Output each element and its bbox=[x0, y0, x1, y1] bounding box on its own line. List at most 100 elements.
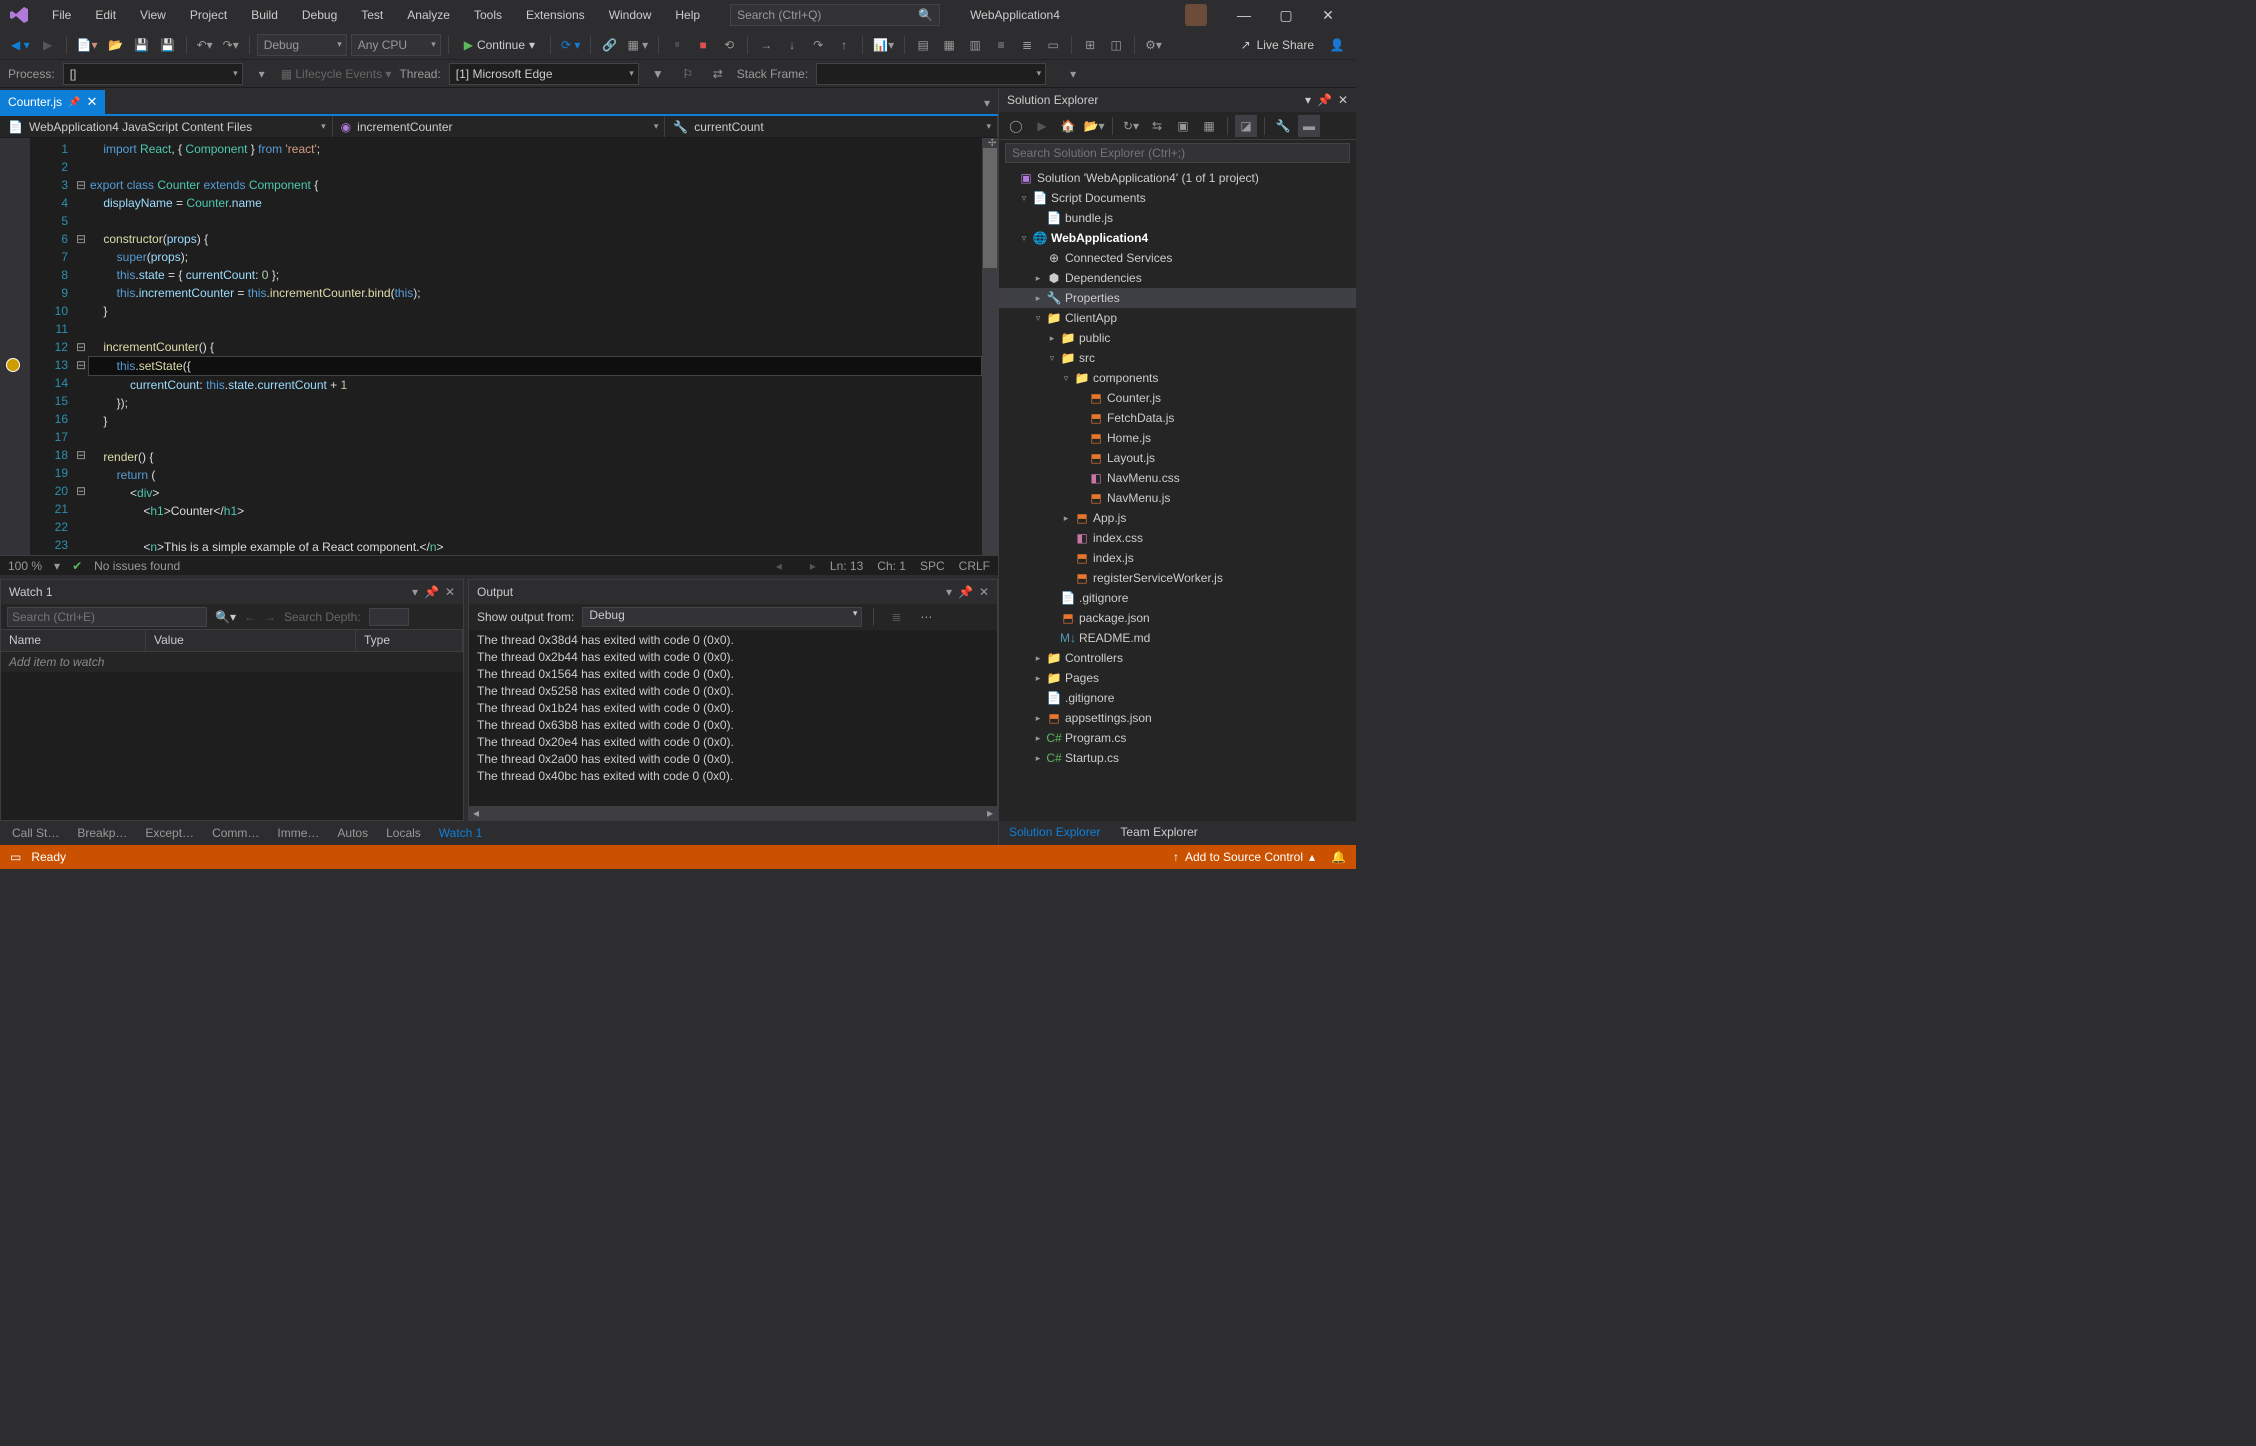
close-icon[interactable]: ✕ bbox=[1338, 93, 1348, 107]
output-overflow[interactable]: ⋯ bbox=[915, 606, 937, 628]
breakpoint-marker[interactable] bbox=[6, 358, 20, 372]
line-ending[interactable]: CRLF bbox=[959, 559, 990, 573]
new-project-button[interactable]: 📄▾ bbox=[74, 34, 101, 56]
window-btn1[interactable]: ▤ bbox=[912, 34, 934, 56]
close-icon[interactable]: ✕ bbox=[445, 585, 455, 599]
source-control-button[interactable]: Add to Source Control bbox=[1185, 850, 1303, 864]
tree-item[interactable]: ⬒registerServiceWorker.js bbox=[999, 568, 1356, 588]
platform-dropdown[interactable]: Any CPU bbox=[351, 34, 441, 56]
close-button[interactable]: ✕ bbox=[1308, 1, 1348, 29]
extra-btn3[interactable]: ⚙▾ bbox=[1142, 34, 1165, 56]
solution-header[interactable]: Solution Explorer ▾📌✕ bbox=[999, 88, 1356, 112]
chevron-up-icon[interactable]: ▴ bbox=[1309, 850, 1315, 864]
feedback-button[interactable]: 👤 bbox=[1326, 34, 1348, 56]
tree-item[interactable]: ⬒package.json bbox=[999, 608, 1356, 628]
menu-build[interactable]: Build bbox=[241, 4, 288, 26]
user-avatar[interactable] bbox=[1185, 4, 1207, 26]
restart-button[interactable]: ⟲ bbox=[718, 34, 740, 56]
thread-filter[interactable]: ▼ bbox=[647, 63, 669, 85]
tree-item[interactable]: ▿🌐WebApplication4 bbox=[999, 228, 1356, 248]
code-content[interactable]: import React, { Component } from 'react'… bbox=[90, 138, 982, 555]
output-clear[interactable]: ≣ bbox=[885, 606, 907, 628]
menu-analyze[interactable]: Analyze bbox=[397, 4, 460, 26]
lifecycle-label[interactable]: ▦ Lifecycle Events ▾ bbox=[281, 67, 392, 81]
bottom-tab-4[interactable]: Imme… bbox=[269, 823, 327, 843]
pending-button[interactable]: ↻▾ bbox=[1120, 115, 1142, 137]
redo-button[interactable]: ↷▾ bbox=[220, 34, 242, 56]
output-source-dropdown[interactable]: Debug bbox=[582, 607, 862, 627]
tree-item[interactable]: ▿📄Script Documents bbox=[999, 188, 1356, 208]
tree-item[interactable]: M↓README.md bbox=[999, 628, 1356, 648]
output-header[interactable]: Output ▾📌✕ bbox=[469, 580, 997, 604]
tree-item[interactable]: ▸📁public bbox=[999, 328, 1356, 348]
undo-button[interactable]: ↶▾ bbox=[194, 34, 216, 56]
tree-item[interactable]: ▸⬒appsettings.json bbox=[999, 708, 1356, 728]
step-into-button[interactable]: ↓ bbox=[781, 34, 803, 56]
watch-header[interactable]: Watch 1 ▾📌✕ bbox=[1, 580, 463, 604]
thread-sync[interactable]: ⇄ bbox=[707, 63, 729, 85]
tree-item[interactable]: ▸C#Startup.cs bbox=[999, 748, 1356, 768]
breakpoint-margin[interactable] bbox=[0, 138, 30, 555]
extra-btn2[interactable]: ◫ bbox=[1105, 34, 1127, 56]
open-button[interactable]: 📂 bbox=[105, 34, 127, 56]
window-btn2[interactable]: ▦ bbox=[938, 34, 960, 56]
fwd-button[interactable]: ▶ bbox=[1031, 115, 1053, 137]
pin-icon[interactable]: 📌 bbox=[958, 585, 973, 599]
window-btn6[interactable]: ▭ bbox=[1042, 34, 1064, 56]
menu-window[interactable]: Window bbox=[599, 4, 662, 26]
tree-item[interactable]: ▸C#Program.cs bbox=[999, 728, 1356, 748]
home-button[interactable]: 🏠 bbox=[1057, 115, 1079, 137]
diag-button[interactable]: 📊▾ bbox=[870, 34, 897, 56]
tree-item[interactable]: 📄.gitignore bbox=[999, 588, 1356, 608]
bottom-tab-3[interactable]: Comm… bbox=[204, 823, 267, 843]
thread-flag[interactable]: ⚐ bbox=[677, 63, 699, 85]
extra-btn1[interactable]: ⊞ bbox=[1079, 34, 1101, 56]
menu-tools[interactable]: Tools bbox=[464, 4, 512, 26]
close-icon[interactable]: ✕ bbox=[979, 585, 989, 599]
solution-search-input[interactable] bbox=[1005, 143, 1350, 163]
tree-item[interactable]: ▿📁ClientApp bbox=[999, 308, 1356, 328]
config-dropdown[interactable]: Debug bbox=[257, 34, 347, 56]
tree-item[interactable]: ⬒FetchData.js bbox=[999, 408, 1356, 428]
show-all-button[interactable]: ▦ bbox=[1198, 115, 1220, 137]
live-share-button[interactable]: ↗ Live Share bbox=[1233, 38, 1322, 52]
tree-item[interactable]: ⬒Layout.js bbox=[999, 448, 1356, 468]
col-type[interactable]: Type bbox=[356, 630, 463, 651]
pin-icon[interactable]: 📌 bbox=[1317, 93, 1332, 107]
window-btn4[interactable]: ≡ bbox=[990, 34, 1012, 56]
stackframe-dropdown[interactable] bbox=[816, 63, 1046, 85]
bottom-tab-2[interactable]: Except… bbox=[137, 823, 202, 843]
browser-link-button[interactable]: 🔗 bbox=[598, 34, 620, 56]
nav-fwd-icon[interactable]: → bbox=[264, 610, 276, 624]
panel-dropdown-icon[interactable]: ▾ bbox=[946, 585, 952, 599]
menu-view[interactable]: View bbox=[130, 4, 176, 26]
vertical-scrollbar[interactable] bbox=[982, 138, 998, 555]
maximize-button[interactable]: ▢ bbox=[1266, 1, 1306, 29]
tree-item[interactable]: ▸⬒App.js bbox=[999, 508, 1356, 528]
code-editor[interactable]: 1234567891011121314151617181920212223 ⊟ … bbox=[0, 138, 998, 555]
window-btn5[interactable]: ≣ bbox=[1016, 34, 1038, 56]
output-content[interactable]: The thread 0x38d4 has exited with code 0… bbox=[469, 630, 997, 806]
bottom-tab-5[interactable]: Autos bbox=[329, 823, 376, 843]
side-tab-0[interactable]: Solution Explorer bbox=[999, 821, 1110, 845]
nav-member[interactable]: ◉incrementCounter bbox=[333, 116, 666, 137]
split-icon[interactable]: ✢ bbox=[988, 138, 998, 152]
nav-field[interactable]: 🔧currentCount bbox=[665, 116, 998, 137]
col-value[interactable]: Value bbox=[146, 630, 356, 651]
tree-item[interactable]: ▸🔧Properties bbox=[999, 288, 1356, 308]
process-dropdown[interactable]: [] bbox=[63, 63, 243, 85]
menu-file[interactable]: File bbox=[42, 4, 81, 26]
sync-button[interactable]: ⇆ bbox=[1146, 115, 1168, 137]
zoom-down-icon[interactable]: ▾ bbox=[54, 559, 60, 573]
tree-item[interactable]: ▿📁src bbox=[999, 348, 1356, 368]
search-icon[interactable]: 🔍▾ bbox=[215, 610, 236, 624]
menu-test[interactable]: Test bbox=[351, 4, 393, 26]
nav-back-button[interactable]: ◀ ▾ bbox=[8, 34, 33, 56]
tree-item[interactable]: ⬒Home.js bbox=[999, 428, 1356, 448]
tree-item[interactable]: ▿📁components bbox=[999, 368, 1356, 388]
toolbar-overflow[interactable]: ▾ bbox=[1062, 63, 1084, 85]
side-tab-1[interactable]: Team Explorer bbox=[1110, 821, 1207, 845]
step-out-button[interactable]: ↑ bbox=[833, 34, 855, 56]
solution-tree[interactable]: ▣Solution 'WebApplication4' (1 of 1 proj… bbox=[999, 166, 1356, 821]
watch-add-row[interactable]: Add item to watch bbox=[1, 652, 463, 672]
